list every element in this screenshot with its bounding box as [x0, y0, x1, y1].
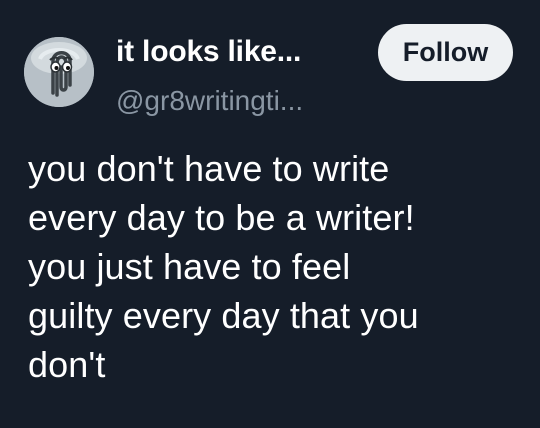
tweet-text: you don't have to write every day to be … [28, 144, 533, 389]
tweet-line: every day to be a writer! [28, 197, 415, 238]
tweet-line: you just have to feel [28, 246, 351, 287]
author-display-name[interactable]: it looks like... [116, 34, 301, 70]
tweet-line: don't [28, 344, 106, 385]
paperclip-assistant-icon [24, 37, 94, 107]
tweet-card: it looks like... @gr8writingti... Follow… [0, 0, 540, 428]
tweet-line: you don't have to write [28, 148, 390, 189]
follow-button[interactable]: Follow [378, 24, 513, 81]
author-handle[interactable]: @gr8writingti... [116, 84, 303, 118]
avatar[interactable] [24, 37, 94, 107]
tweet-line: guilty every day that you [28, 295, 419, 336]
